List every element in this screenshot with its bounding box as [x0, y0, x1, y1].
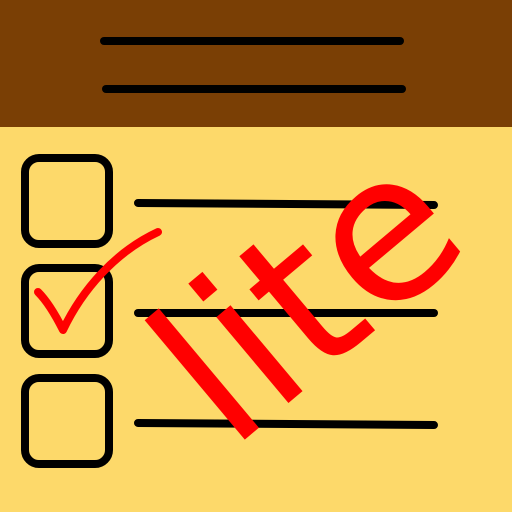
- notepad-header: [0, 0, 512, 127]
- checklist-lite-app-icon: lite: [0, 0, 512, 512]
